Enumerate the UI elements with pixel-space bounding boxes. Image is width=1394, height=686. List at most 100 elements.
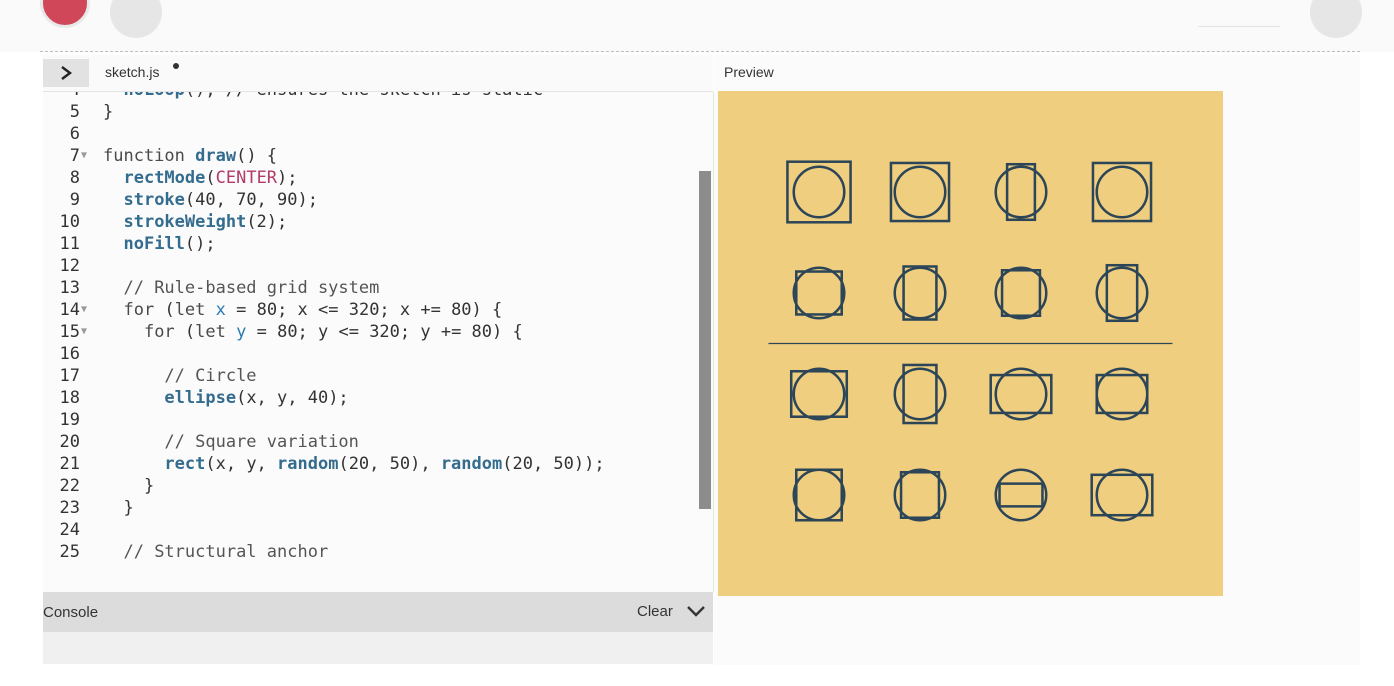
sketch-rect (1105, 263, 1139, 323)
sketch-drawing (768, 160, 1173, 522)
sketch-rect (889, 161, 951, 223)
sketch-circle (1095, 468, 1149, 522)
code-line[interactable]: 15 ▼ for (let y = 80; y <= 320; y += 80) … (43, 321, 698, 343)
console-output (43, 632, 713, 664)
unsaved-indicator (173, 63, 179, 69)
code-line[interactable]: 6 (43, 123, 698, 145)
line-number: 18 (59, 388, 80, 408)
top-pill (1198, 26, 1280, 31)
sketch-circle (1095, 266, 1149, 320)
code-text: noLoop(); // ensures the sketch is stati… (103, 92, 543, 101)
sketch-rect (795, 270, 843, 316)
code-text: function draw() { (103, 146, 278, 166)
code-line[interactable]: 25 // Structural anchor (43, 541, 698, 563)
code-lines: 4 noLoop(); // ensures the sketch is sta… (43, 92, 698, 563)
sketch-circle (994, 165, 1048, 219)
line-number: 16 (59, 344, 80, 364)
console-header: Console Clear (43, 592, 713, 632)
sketch-rect (795, 468, 843, 522)
code-line[interactable]: 10 strokeWeight(2); (43, 211, 698, 233)
code-line[interactable]: 20 // Square variation (43, 431, 698, 453)
line-number: 25 (59, 542, 80, 562)
sketch-circle (893, 165, 947, 219)
code-text: } (103, 102, 114, 122)
line-number: 9 (69, 190, 80, 210)
code-line[interactable]: 21 rect(x, y, random(20, 50), random(20,… (43, 453, 698, 475)
fold-arrow-icon[interactable]: ▼ (81, 145, 87, 167)
code-text: // Structural anchor (123, 542, 329, 562)
sketch-rect (998, 482, 1044, 508)
code-line[interactable]: 17 // Circle (43, 365, 698, 387)
line-number: 14 (59, 300, 80, 320)
code-text: } (103, 498, 134, 518)
code-line[interactable]: 12 (43, 255, 698, 277)
code-line[interactable]: 11 noFill(); (43, 233, 698, 255)
code-line[interactable]: 5} (43, 101, 698, 123)
chevron-down-icon[interactable] (685, 602, 707, 620)
line-number: 6 (69, 124, 80, 144)
code-text: rect(x, y, random(20, 50), random(20, 50… (164, 454, 605, 474)
line-number: 24 (59, 520, 80, 540)
file-tab-name[interactable]: sketch.js (105, 64, 159, 80)
sketch-circle (1095, 367, 1149, 421)
sketch-rect (1095, 373, 1149, 415)
sidebar-toggle-button[interactable] (43, 59, 89, 87)
sketch-circle (792, 165, 846, 219)
line-number: 19 (59, 410, 80, 430)
code-text: strokeWeight(2); (123, 212, 288, 232)
code-text: for (let y = 80; y <= 320; y += 80) { (143, 322, 523, 342)
code-text: ellipse(x, y, 40); (164, 388, 349, 408)
code-line[interactable]: 23 } (43, 497, 698, 519)
code-line[interactable]: 9 stroke(40, 70, 90); (43, 189, 698, 211)
code-line[interactable]: 18 ellipse(x, y, 40); (43, 387, 698, 409)
code-text: } (103, 476, 155, 496)
console-title: Console (43, 604, 99, 621)
line-number: 12 (59, 256, 80, 276)
code-line[interactable]: 24 (43, 519, 698, 541)
sketch-circle (792, 367, 846, 421)
console-clear-button[interactable]: Clear (637, 603, 673, 620)
code-line[interactable]: 19 (43, 409, 698, 431)
line-number: 11 (59, 234, 80, 254)
code-line[interactable]: 13 // Rule-based grid system (43, 277, 698, 299)
sketch-canvas[interactable] (718, 91, 1223, 596)
line-number: 15 (59, 322, 80, 342)
code-editor[interactable]: 4 noLoop(); // ensures the sketch is sta… (43, 92, 714, 592)
top-bar (0, 0, 1394, 52)
code-text: for (let x = 80; x <= 320; x += 80) { (123, 300, 503, 320)
top-circle-button[interactable] (110, 0, 162, 38)
code-line[interactable]: 7 ▼ function draw() { (43, 145, 698, 167)
code-line[interactable]: 8 rectMode(CENTER); (43, 167, 698, 189)
line-number: 22 (59, 476, 80, 496)
line-number: 4 (43, 92, 80, 101)
sketch-circle (994, 468, 1048, 522)
sketch-circle (1095, 165, 1149, 219)
code-text: // Circle (164, 366, 257, 386)
code-text: rectMode(CENTER); (123, 168, 298, 188)
sketch-circle (792, 266, 846, 320)
sketch-rect (1005, 162, 1037, 222)
code-line[interactable]: 4 noLoop(); // ensures the sketch is sta… (43, 92, 698, 101)
code-line[interactable]: 16 (43, 343, 698, 365)
line-number: 8 (69, 168, 80, 188)
sketch-circle (994, 367, 1048, 421)
chevron-right-icon (61, 66, 72, 80)
line-number: 7 (69, 146, 80, 166)
code-text: stroke(40, 70, 90); (123, 190, 318, 210)
line-number: 13 (59, 278, 80, 298)
sketch-rect (1091, 161, 1153, 223)
editor-scrollbar[interactable] (699, 171, 711, 509)
avatar[interactable] (40, 0, 90, 28)
fold-arrow-icon[interactable]: ▼ (81, 321, 87, 343)
code-line[interactable]: 22 } (43, 475, 698, 497)
sketch-circle (893, 468, 947, 522)
editor-tab-bar: sketch.js (43, 55, 713, 92)
code-text: // Rule-based grid system (123, 278, 380, 298)
fold-arrow-icon[interactable]: ▼ (81, 299, 87, 321)
preview-label: Preview (724, 64, 774, 80)
line-number: 17 (59, 366, 80, 386)
sketch-rect (786, 160, 852, 224)
code-line[interactable]: 14 ▼ for (let x = 80; x <= 320; x += 80) … (43, 299, 698, 321)
line-number: 10 (59, 212, 80, 232)
top-circle-button-right[interactable] (1310, 0, 1362, 38)
